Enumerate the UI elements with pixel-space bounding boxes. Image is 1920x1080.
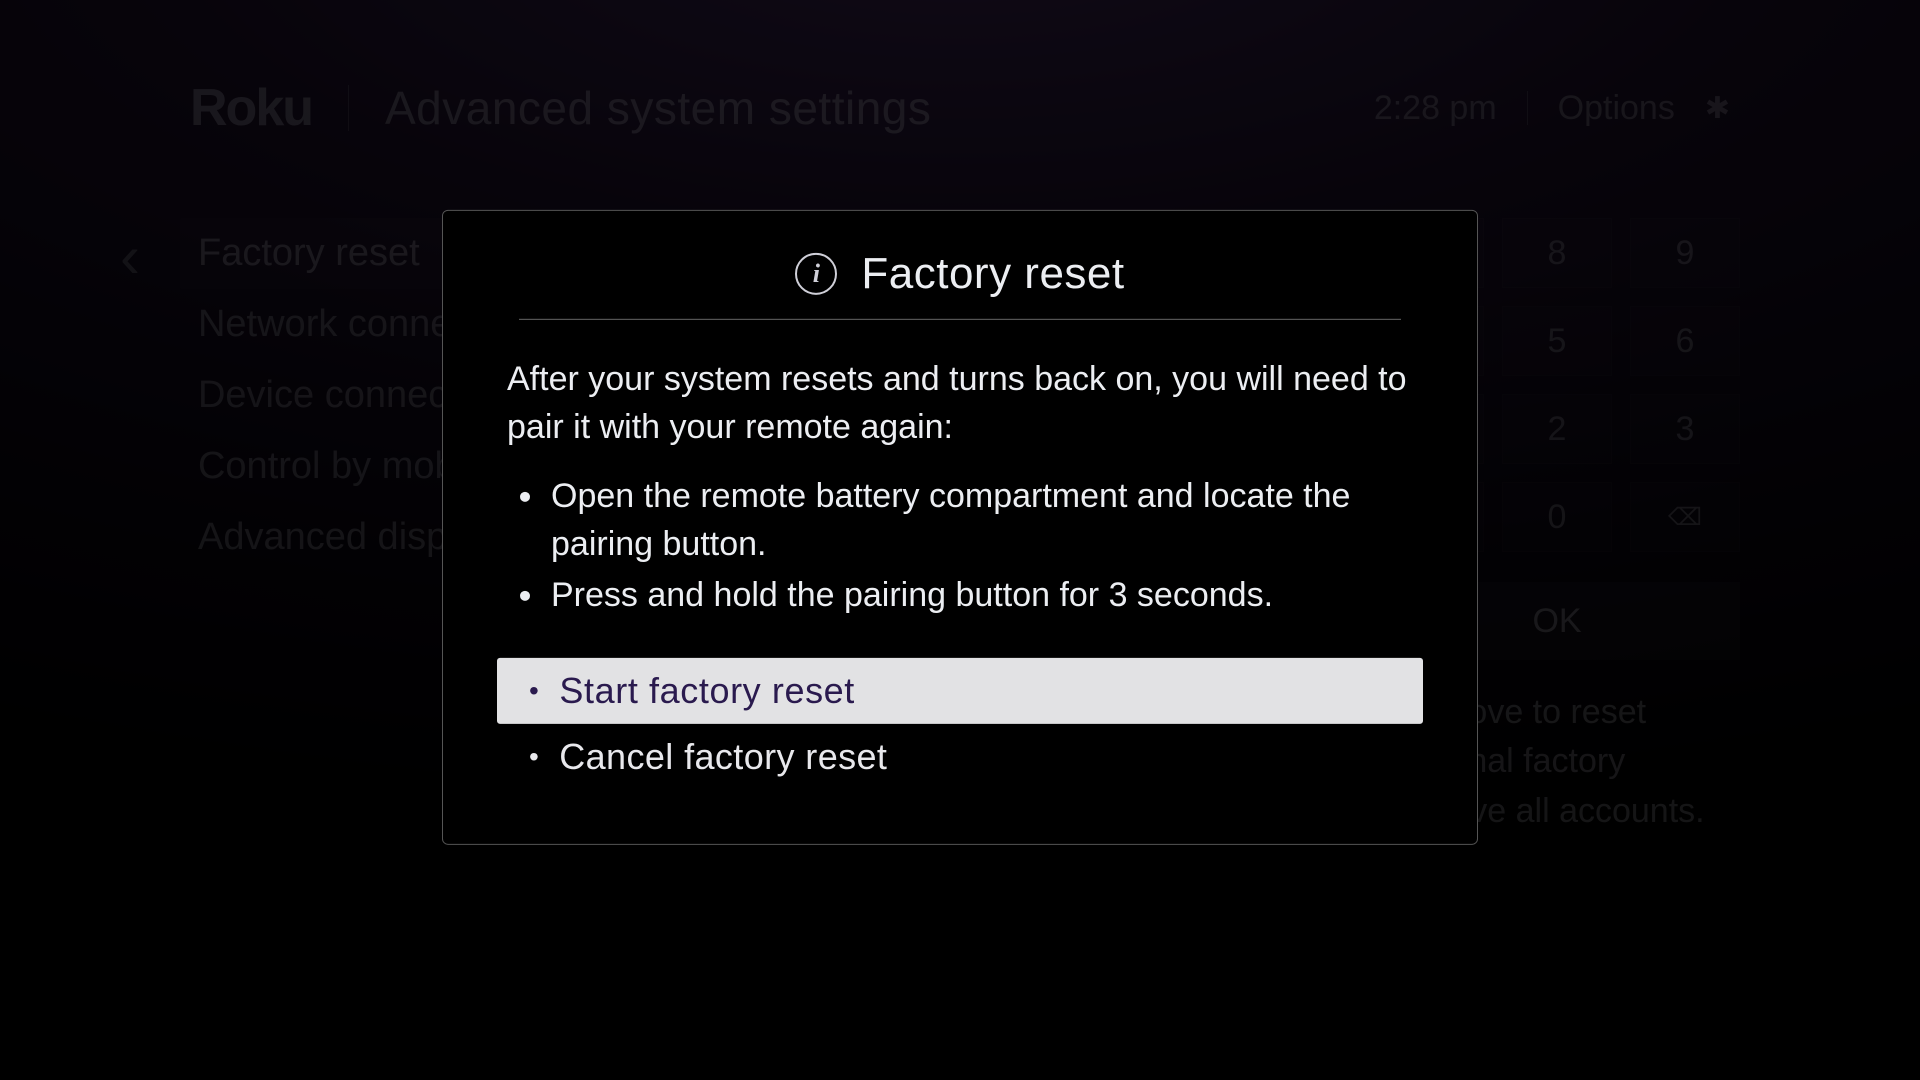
dialog-bullet: Open the remote battery compartment and … (547, 473, 1413, 568)
dialog-actions: • Start factory reset • Cancel factory r… (489, 658, 1431, 790)
dialog-intro-text: After your system resets and turns back … (507, 356, 1413, 451)
action-label: Start factory reset (559, 670, 855, 712)
dialog-bullet: Press and hold the pairing button for 3 … (547, 572, 1413, 620)
factory-reset-dialog: i Factory reset After your system resets… (442, 210, 1478, 845)
action-label: Cancel factory reset (559, 736, 887, 778)
cancel-factory-reset-button[interactable]: • Cancel factory reset (497, 724, 1423, 790)
info-icon: i (795, 253, 837, 295)
dialog-header: i Factory reset (519, 249, 1401, 320)
start-factory-reset-button[interactable]: • Start factory reset (497, 658, 1423, 724)
dialog-body: After your system resets and turns back … (489, 350, 1431, 658)
bullet-icon: • (529, 743, 539, 771)
dialog-title: Factory reset (861, 249, 1124, 299)
bullet-icon: • (529, 677, 539, 705)
dialog-bullet-list: Open the remote battery compartment and … (507, 473, 1413, 620)
